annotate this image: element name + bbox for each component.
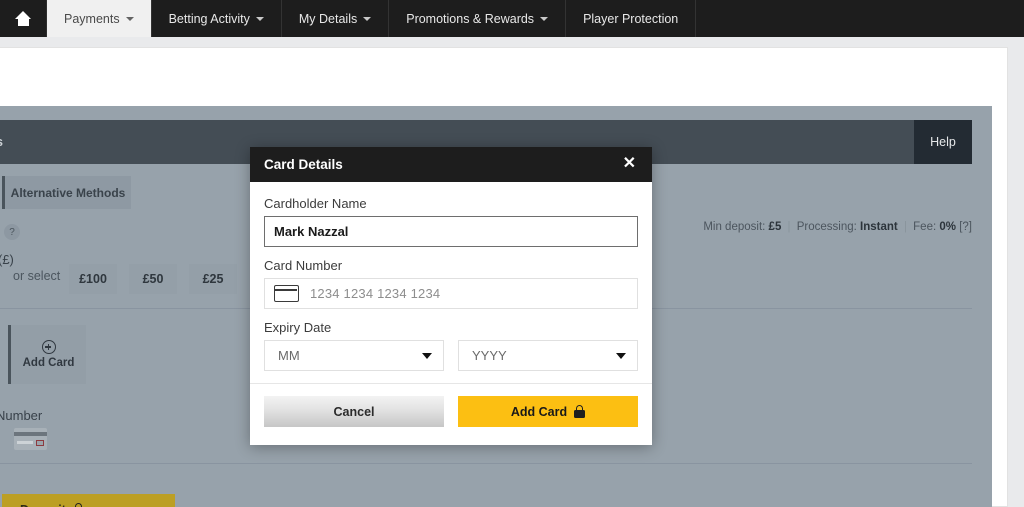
tab-alternative-methods-label: Alternative Methods (11, 186, 126, 200)
add-card-tile-label: Add Card (23, 357, 75, 369)
nav-tab-my-details[interactable]: My Details (282, 0, 389, 37)
card-number-field-group: Card Number 1234 1234 1234 1234 (264, 258, 638, 309)
nav-tab-label: Promotions & Rewards (406, 12, 534, 26)
plus-circle-icon (42, 340, 56, 354)
saved-card-thumbnail-icon (14, 428, 47, 450)
nav-tab-label: Payments (64, 12, 120, 26)
chevron-down-icon (616, 353, 626, 359)
expiry-date-field-group: Expiry Date MM YYYY (264, 320, 638, 371)
add-card-tile[interactable]: Add Card (8, 325, 86, 384)
nav-tab-promotions-rewards[interactable]: Promotions & Rewards (389, 0, 566, 37)
nav-home-button[interactable] (0, 0, 47, 37)
home-icon (15, 11, 32, 26)
cardholder-name-label: Cardholder Name (264, 196, 638, 211)
currency-label: (£) (0, 252, 14, 267)
expiry-year-select[interactable]: YYYY (458, 340, 638, 371)
add-card-button-label: Add Card (511, 405, 567, 419)
fee-label: Fee: (913, 221, 936, 233)
fee-help-link[interactable]: [?] (959, 221, 972, 233)
add-card-button[interactable]: Add Card (458, 396, 638, 427)
nav-tab-payments[interactable]: Payments (47, 0, 152, 37)
help-button[interactable]: Help (914, 120, 972, 164)
fee-value: 0% (939, 221, 956, 233)
processing-label: Processing: (797, 221, 857, 233)
card-number-placeholder: 1234 1234 1234 1234 (310, 286, 440, 301)
nav-tab-player-protection[interactable]: Player Protection (566, 0, 696, 37)
chevron-down-icon (540, 17, 548, 21)
modal-title: Card Details (264, 157, 343, 172)
close-icon[interactable]: ✕ (615, 154, 638, 176)
info-separator: | (901, 221, 910, 233)
expiry-year-value: YYYY (472, 348, 507, 363)
lock-icon (574, 405, 585, 418)
or-select-label: or select (13, 269, 60, 283)
min-deposit-value: £5 (769, 221, 782, 233)
chevron-down-icon (256, 17, 264, 21)
tab-alternative-methods[interactable]: Alternative Methods (2, 176, 131, 209)
modal-body: Cardholder Name Card Number 1234 1234 12… (250, 182, 652, 371)
nav-tab-betting-activity[interactable]: Betting Activity (152, 0, 282, 37)
processing-value: Instant (860, 221, 898, 233)
amount-button-100[interactable]: £100 (69, 264, 117, 294)
question-mark-icon[interactable]: ? (4, 224, 20, 240)
top-navigation-bar: Payments Betting Activity My Details Pro… (0, 0, 1024, 37)
cardholder-name-input[interactable] (264, 216, 638, 247)
expiry-month-select[interactable]: MM (264, 340, 444, 371)
card-number-input[interactable]: 1234 1234 1234 1234 (264, 278, 638, 309)
nav-tab-label: Betting Activity (169, 12, 250, 26)
cancel-button-label: Cancel (334, 405, 375, 419)
expiry-month-value: MM (278, 348, 300, 363)
deposit-info-bar: Min deposit: £5 | Processing: Instant | … (703, 221, 972, 233)
section-divider (0, 463, 972, 464)
expiry-date-label: Expiry Date (264, 320, 638, 335)
info-separator: | (785, 221, 794, 233)
lock-icon (73, 503, 84, 507)
help-button-label: Help (930, 135, 956, 149)
app-root: Payments Betting Activity My Details Pro… (0, 0, 1024, 507)
question-mark-glyph: ? (9, 227, 15, 238)
chevron-down-icon (422, 353, 432, 359)
chevron-down-icon (363, 17, 371, 21)
expiry-date-row: MM YYYY (264, 340, 638, 371)
card-number-column-label: Number (0, 408, 42, 423)
card-details-modal: Card Details ✕ Cardholder Name Card Numb… (250, 147, 652, 445)
chevron-down-icon (126, 17, 134, 21)
credit-card-icon (274, 285, 299, 302)
quick-amount-buttons: £100 £50 £25 (69, 264, 237, 294)
cancel-button[interactable]: Cancel (264, 396, 444, 427)
deposit-button[interactable]: Deposit (2, 494, 175, 507)
modal-header: Card Details ✕ (250, 147, 652, 182)
amount-button-50[interactable]: £50 (129, 264, 177, 294)
nav-tab-label: Player Protection (583, 12, 678, 26)
modal-footer: Cancel Add Card (250, 383, 652, 427)
cardholder-name-field-group: Cardholder Name (264, 196, 638, 247)
card-number-label: Card Number (264, 258, 638, 273)
amount-button-25[interactable]: £25 (189, 264, 237, 294)
nav-tab-label: My Details (299, 12, 357, 26)
deposit-button-label: Deposit (20, 503, 66, 507)
deposit-section-title: s (0, 135, 3, 149)
min-deposit-label: Min deposit: (703, 221, 765, 233)
